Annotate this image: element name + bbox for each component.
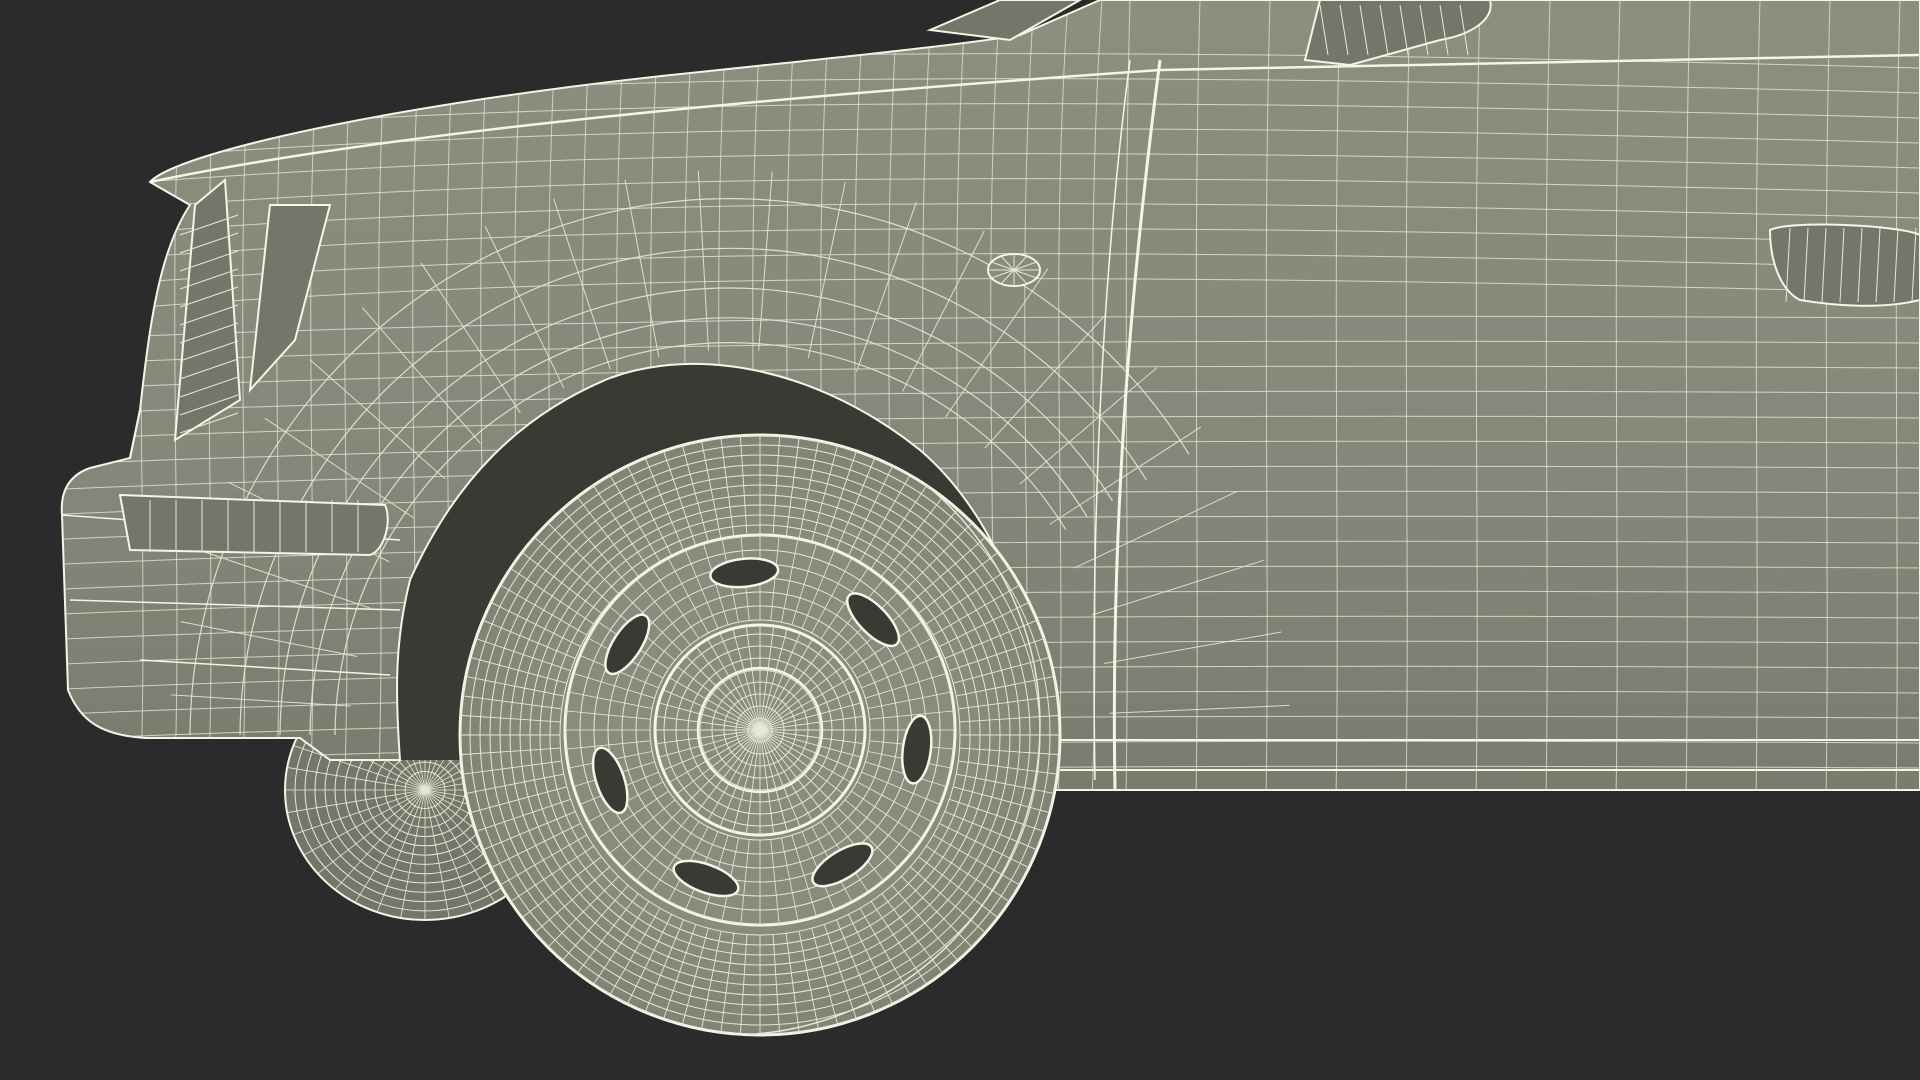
viewport xyxy=(0,0,1920,1080)
wireframe-car-render xyxy=(0,0,1920,1080)
hub-cap xyxy=(653,623,867,837)
